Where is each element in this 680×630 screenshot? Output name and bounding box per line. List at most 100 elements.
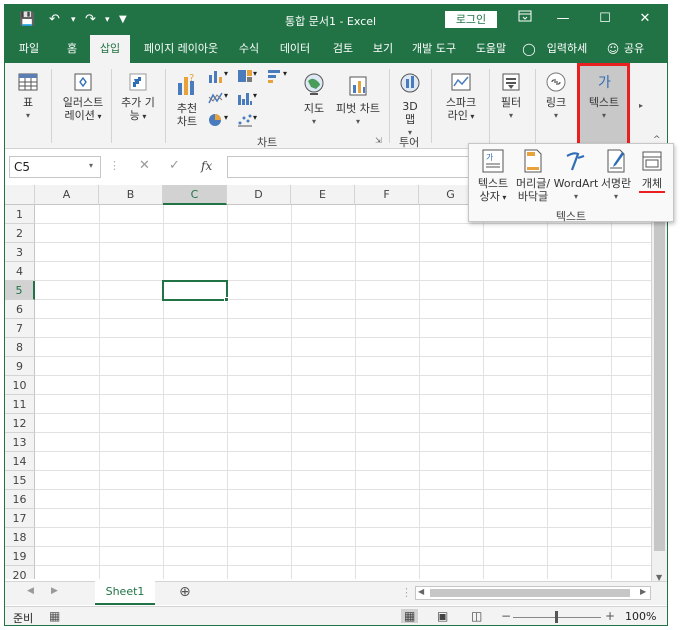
bar-chart-icon[interactable] (267, 69, 283, 83)
row-header[interactable]: 5 (5, 281, 35, 300)
chevron-down-icon[interactable]: ▾ (253, 69, 261, 83)
object-button[interactable]: 개체 (635, 148, 669, 193)
maps-button[interactable]: 지도 ▾ (297, 71, 331, 128)
minimize-icon[interactable]: — (551, 10, 575, 28)
scatter-chart-icon[interactable] (237, 113, 253, 127)
sheet-tab-sheet1[interactable]: Sheet1 (95, 581, 155, 605)
select-all-corner[interactable] (5, 185, 35, 205)
column-header[interactable]: F (355, 185, 419, 205)
tab-view[interactable]: 보기 (363, 35, 403, 63)
row-header[interactable]: 15 (5, 471, 35, 490)
row-header[interactable]: 16 (5, 490, 35, 509)
illustrations-button[interactable]: 일러스트 레이션 ▾ (59, 71, 107, 123)
undo-icon[interactable]: ↶ (49, 12, 60, 27)
tab-review[interactable]: 검토 (323, 35, 363, 63)
row-header[interactable]: 12 (5, 414, 35, 433)
chevron-down-icon[interactable]: ▾ (283, 69, 291, 83)
row-header[interactable]: 14 (5, 452, 35, 471)
table-button[interactable]: 표 ▾ (13, 71, 43, 122)
zoom-out-icon[interactable]: − (501, 609, 511, 623)
pie-chart-icon[interactable] (208, 113, 224, 127)
row-header[interactable]: 19 (5, 547, 35, 566)
column-chart-icon[interactable] (208, 69, 224, 83)
textbox-button[interactable]: 가 텍스트 상자 ▾ (475, 148, 511, 204)
chevron-down-icon[interactable]: ▾ (224, 91, 232, 105)
confirm-entry-icon[interactable]: ✓ (169, 158, 180, 173)
add-sheet-icon[interactable]: ⊕ (179, 584, 191, 600)
row-header[interactable]: 18 (5, 528, 35, 547)
maximize-icon[interactable]: ☐ (593, 10, 617, 28)
scroll-right-icon[interactable]: ▶ (640, 587, 646, 596)
row-header[interactable]: 20 (5, 566, 35, 579)
macro-record-icon[interactable]: ▦ (49, 609, 60, 623)
column-header[interactable]: C (163, 185, 227, 205)
row-header[interactable]: 8 (5, 338, 35, 357)
link-button[interactable]: 링크 ▾ (539, 71, 573, 122)
lightbulb-icon[interactable]: ◯ (521, 35, 537, 63)
normal-view-icon[interactable]: ▦ (401, 609, 419, 623)
3d-map-button[interactable]: 3D 맵 ▾ (395, 71, 425, 139)
filter-button[interactable]: 필터 ▾ (493, 71, 529, 122)
row-header[interactable]: 4 (5, 262, 35, 281)
row-header[interactable]: 11 (5, 395, 35, 414)
share-button[interactable]: 공유 (619, 35, 649, 63)
chevron-down-icon[interactable]: ▾ (253, 113, 261, 127)
horizontal-scrollbar[interactable]: ◀ ▶ (415, 586, 651, 600)
scroll-left-icon[interactable]: ◀ (418, 587, 424, 596)
row-header[interactable]: 10 (5, 376, 35, 395)
redo-icon[interactable]: ↷ (85, 12, 96, 27)
row-header[interactable]: 3 (5, 243, 35, 262)
tab-page-layout[interactable]: 페이지 레이아웃 (134, 35, 228, 63)
pivot-chart-button[interactable]: 피벗 차트 ▾ (333, 71, 383, 128)
dialog-launcher-icon[interactable]: ⇲ (375, 136, 382, 145)
sheet-next-icon[interactable]: ▶ (51, 586, 58, 596)
column-header[interactable]: D (227, 185, 291, 205)
column-header[interactable]: B (99, 185, 163, 205)
tab-home[interactable]: 홈 (57, 35, 87, 63)
chevron-down-icon[interactable]: ▾ (224, 113, 232, 127)
chevron-right-icon[interactable]: ▸ (639, 101, 643, 110)
wordart-button[interactable]: WordArt ▾ (553, 148, 599, 203)
tab-formulas[interactable]: 수식 (231, 35, 267, 63)
zoom-slider-thumb[interactable] (555, 611, 558, 623)
close-icon[interactable]: ✕ (633, 10, 657, 28)
line-chart-icon[interactable] (208, 91, 224, 105)
chevron-down-icon[interactable]: ▾ (89, 161, 93, 170)
redo-dropdown-icon[interactable]: ▾ (105, 15, 110, 25)
cancel-entry-icon[interactable]: ✕ (139, 158, 150, 173)
chevron-down-icon[interactable]: ▾ (224, 69, 232, 83)
row-header[interactable]: 9 (5, 357, 35, 376)
worksheet-grid[interactable]: A B C D E F G 1 2 3 4 5 6 7 8 9 10 11 12… (5, 185, 653, 579)
row-header[interactable]: 13 (5, 433, 35, 452)
chevron-down-icon[interactable]: ▾ (253, 91, 261, 105)
tab-file[interactable]: 파일 (9, 35, 49, 63)
customize-quick-access-icon[interactable]: ▼ (119, 14, 127, 25)
tab-help[interactable]: 도움말 (467, 35, 515, 63)
login-button[interactable]: 로그인 (445, 11, 497, 28)
signature-line-button[interactable]: 서명란 ▾ (599, 148, 633, 203)
row-header[interactable]: 2 (5, 224, 35, 243)
hscroll-thumb[interactable] (430, 589, 630, 597)
selected-cell[interactable] (162, 280, 228, 301)
scroll-thumb[interactable] (654, 199, 665, 551)
tab-data[interactable]: 데이터 (271, 35, 319, 63)
save-icon[interactable]: 💾 (19, 12, 35, 27)
undo-dropdown-icon[interactable]: ▾ (71, 15, 76, 25)
addins-button[interactable]: 추가 기 능 ▾ (115, 71, 161, 123)
header-footer-button[interactable]: 머리글/ 바닥글 (513, 148, 553, 203)
page-layout-view-icon[interactable]: ▣ (437, 609, 448, 623)
zoom-level[interactable]: 100% (625, 610, 656, 623)
sparklines-button[interactable]: 스파크 라인 ▾ (439, 71, 483, 123)
row-header[interactable]: 6 (5, 300, 35, 319)
tab-insert[interactable]: 삽입 (90, 35, 130, 64)
row-header[interactable]: 1 (5, 205, 35, 224)
name-box[interactable]: C5 (9, 156, 101, 178)
fill-handle[interactable] (224, 297, 229, 302)
recommended-charts-button[interactable]: ? 추천 차트 (169, 71, 205, 128)
insert-function-icon[interactable]: fx (201, 159, 212, 173)
tab-developer[interactable]: 개발 도구 (405, 35, 463, 63)
formula-input[interactable] (227, 156, 473, 178)
column-header[interactable]: A (35, 185, 99, 205)
vertical-scrollbar[interactable]: ▲ ▼ (651, 185, 667, 585)
zoom-in-icon[interactable]: + (605, 609, 615, 623)
